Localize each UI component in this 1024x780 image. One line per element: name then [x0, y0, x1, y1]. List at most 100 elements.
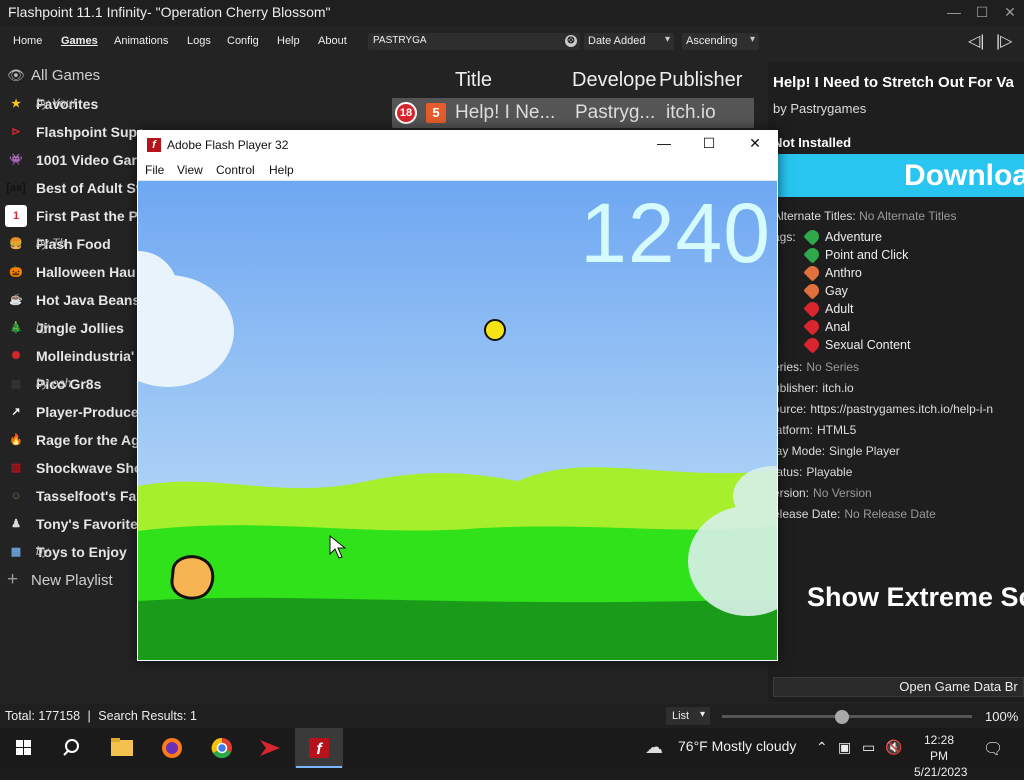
flash-minimize-button[interactable]: —	[649, 135, 679, 151]
sidebar-item-author: by Th	[36, 236, 67, 250]
sidebar-item-label: Best of Adult Sv	[36, 180, 144, 196]
close-button[interactable]: ✕	[998, 4, 1022, 21]
detail-field-row: latform: HTML5	[773, 423, 856, 437]
tag-item[interactable]: Anal	[803, 317, 851, 336]
toy-blocks-icon: ▩	[10, 546, 22, 558]
tray-network-icon[interactable]: ▭	[862, 739, 875, 756]
sidebar-item-all-games[interactable]: 👁 All Games	[0, 62, 392, 90]
volume-muted-icon[interactable]: 🔇	[885, 739, 902, 756]
tag-item[interactable]: Point and Click	[803, 245, 908, 264]
tasselfoot-avatar-icon: ☺	[10, 490, 22, 502]
flash-window-title: Adobe Flash Player 32	[167, 138, 289, 152]
tag-item[interactable]: Gay	[803, 281, 848, 300]
flash-player-icon: f	[309, 738, 329, 758]
taskbar-firefox[interactable]	[148, 728, 196, 768]
column-header-publisher[interactable]: Publisher	[659, 69, 745, 92]
zoom-slider-handle[interactable]	[835, 710, 849, 724]
maximize-button[interactable]: ☐	[970, 4, 994, 21]
tag-icon	[803, 281, 822, 300]
prev-panel-icon[interactable]: ◁|	[968, 31, 984, 51]
flash-menu-control[interactable]: Control	[216, 163, 255, 177]
game-stage[interactable]: 1240	[138, 181, 777, 660]
sidebar-item-author: by You!	[36, 96, 76, 110]
column-header-developer[interactable]: Develope	[572, 69, 657, 92]
detail-field-row: ersion: No Version	[773, 486, 872, 500]
plus-icon: +	[7, 569, 19, 590]
sidebar-item-label: Player-Produce	[36, 404, 139, 420]
notifications-icon[interactable]: 🗨	[983, 739, 1003, 759]
column-header-title[interactable]: Title	[455, 69, 545, 92]
detail-field-label: latform:	[773, 423, 814, 437]
table-row[interactable]: 18 5 Help! I Ne... Pastryg... itch.io	[392, 98, 754, 128]
tag-icon	[803, 245, 822, 264]
menu-help[interactable]: Help	[277, 35, 300, 47]
sidebar-item-label: Jingle Jollies	[36, 320, 124, 336]
minimize-button[interactable]: —	[942, 4, 966, 20]
tag-label: Anthro	[825, 266, 862, 280]
next-panel-icon[interactable]: |▷	[996, 31, 1012, 51]
taskbar-chrome[interactable]	[198, 728, 246, 768]
status-bar: Total: 177158 | Search Results: 1 List ▾…	[0, 704, 1024, 728]
taskbar-file-explorer[interactable]	[98, 728, 146, 768]
alternate-titles-row: Alternate Titles: No Alternate Titles	[773, 209, 956, 223]
player-ball-sprite	[170, 555, 215, 600]
pico-icon: ▦	[10, 378, 22, 390]
taskbar-flashpoint[interactable]	[246, 728, 294, 768]
game-publisher-cell: itch.io	[666, 102, 716, 123]
tray-device-icon[interactable]: ▣	[838, 739, 851, 756]
menu-home[interactable]: Home	[13, 35, 42, 47]
tony-avatar-icon: ♟	[11, 518, 21, 530]
sidebar-item-label: Tony's Favorites	[36, 516, 146, 532]
show-extreme-screenshots-button[interactable]: Show Extreme Sc	[807, 582, 1024, 613]
tag-item[interactable]: Adult	[803, 299, 854, 318]
taskbar-search-button[interactable]	[48, 728, 96, 768]
system-clock[interactable]: 12:28 PM 5/21/2023	[914, 732, 967, 780]
menu-about[interactable]: About	[318, 35, 347, 47]
flashpoint-icon: ⊳	[11, 126, 21, 138]
flash-menu-file[interactable]: File	[145, 163, 164, 177]
search-input[interactable]: PASTRYGA	[368, 33, 580, 50]
tag-label: Anal	[825, 320, 851, 334]
sidebar-item-label: Rage for the Ag	[36, 432, 140, 448]
game-score: 1240	[580, 186, 771, 280]
clear-search-icon[interactable]: ⊗	[565, 35, 577, 47]
flash-menu-view[interactable]: View	[177, 163, 203, 177]
number-one-icon: 1	[5, 205, 27, 227]
open-game-data-browser-button[interactable]: Open Game Data Br	[773, 677, 1024, 697]
detail-field-value: Single Player	[829, 444, 900, 458]
menu-config[interactable]: Config	[227, 35, 259, 47]
flash-menu-help[interactable]: Help	[269, 163, 294, 177]
sort-order-select[interactable]: Ascending ▾	[682, 33, 759, 50]
java-icon: ☕	[9, 294, 23, 306]
alternate-titles-value: No Alternate Titles	[859, 209, 957, 223]
taskbar-flash-player[interactable]: f	[295, 728, 343, 768]
download-button[interactable]: Downloa	[778, 154, 1024, 197]
tree-icon: 🎄	[9, 322, 23, 334]
view-mode-select[interactable]: List ▾	[666, 707, 710, 725]
flash-maximize-button[interactable]: ☐	[694, 135, 724, 152]
sort-order-value: Ascending	[686, 35, 738, 47]
detail-field-row: ource: https://pastrygames.itch.io/help-i…	[773, 402, 993, 416]
new-playlist-label: New Playlist	[31, 572, 113, 589]
sidebar-item-playlist[interactable]: ★ Favorites by You!	[0, 90, 392, 118]
sort-field-select[interactable]: Date Added ▾	[584, 33, 674, 50]
menu-games[interactable]: Games	[61, 35, 98, 47]
total-games-count: Total: 177158	[5, 709, 81, 723]
sidebar-item-label: Tasselfoot's Fav	[36, 488, 145, 504]
detail-field-label: elease Date:	[773, 507, 841, 521]
foreground-grass	[138, 597, 777, 660]
tag-item[interactable]: Sexual Content	[803, 335, 910, 354]
sidebar-item-label: Flashpoint Supe	[36, 124, 145, 140]
tray-overflow-icon[interactable]: ⌃	[816, 739, 828, 756]
menu-logs[interactable]: Logs	[187, 35, 211, 47]
tag-item[interactable]: Adventure	[803, 227, 882, 246]
detail-field-value: Playable	[806, 465, 853, 479]
tag-item[interactable]: Anthro	[803, 263, 862, 282]
tag-icon	[803, 299, 822, 318]
menu-animations[interactable]: Animations	[114, 35, 168, 47]
weather-text[interactable]: 76°F Mostly cloudy	[678, 738, 796, 754]
tag-icon	[803, 335, 822, 354]
start-button[interactable]	[0, 728, 48, 768]
view-mode-value: List	[672, 710, 690, 722]
flash-close-button[interactable]: ✕	[740, 135, 770, 152]
